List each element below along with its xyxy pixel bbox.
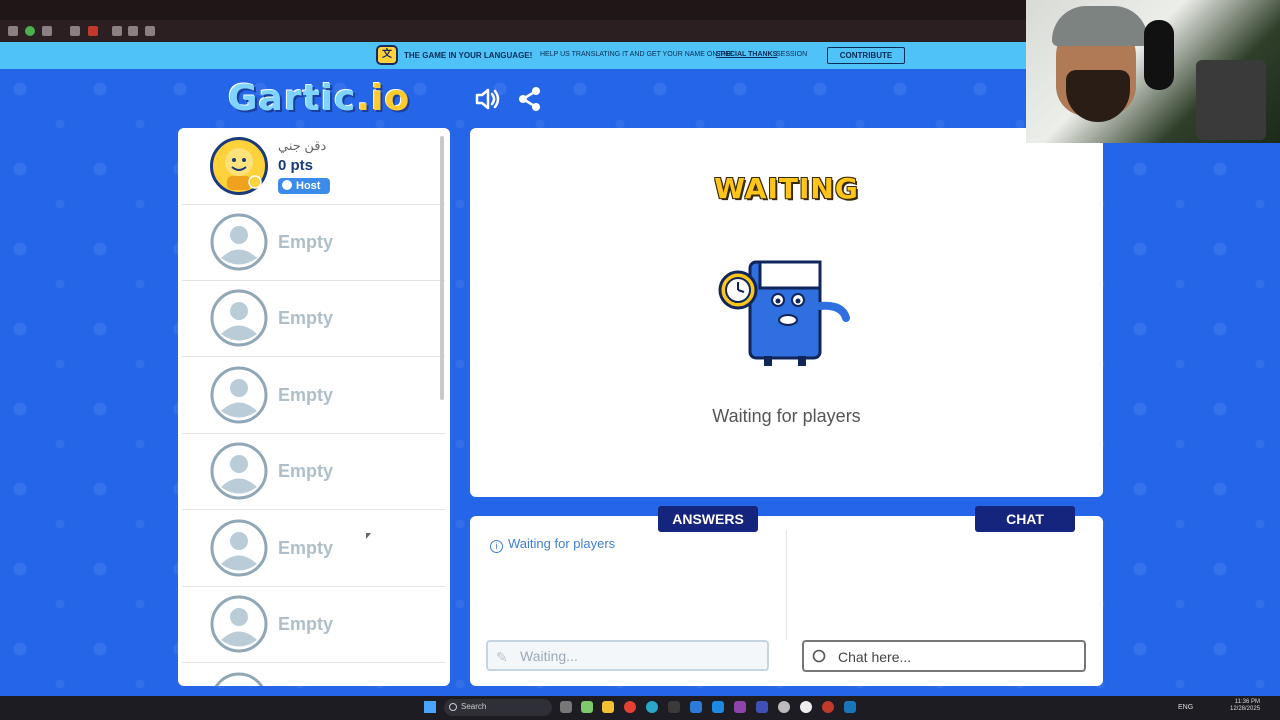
panel-divider [786,530,787,640]
empty-slot-label: Empty [278,461,334,481]
banner-highlight: THE GAME IN YOUR LANGUAGE! [404,51,533,60]
task-view-icon[interactable] [560,701,572,713]
app-icon[interactable] [734,701,746,713]
player-row-empty: Empty [182,280,445,357]
chat-input[interactable] [836,645,1080,669]
empty-avatar-icon [210,442,268,500]
tab-icon[interactable] [70,26,80,36]
player-points: 0 pts [278,157,314,174]
menu-icon[interactable] [8,26,18,36]
empty-avatar-icon [210,289,268,347]
banner-text: HELP US TRANSLATING IT AND GET YOUR NAME… [540,51,734,58]
players-scrollbar[interactable] [440,136,444,400]
player-row-empty: Empty [182,204,445,281]
app-icon[interactable] [690,701,702,713]
empty-slot-label: Empty [278,538,334,558]
answer-input[interactable] [518,644,762,668]
player-row-empty: Empty [182,433,445,510]
star-icon[interactable] [112,26,122,36]
extension-icon[interactable] [145,26,155,36]
chat-bubble-icon [812,649,826,663]
streamer-cap [1052,6,1148,46]
reload-icon[interactable] [128,26,138,36]
avatar [210,137,268,195]
language-indicator[interactable]: ENG [1178,704,1193,711]
chrome-icon[interactable] [624,701,636,713]
steam-icon[interactable] [844,701,856,713]
answers-chat-panel: ANSWERS CHAT i Waiting for players ✎ [470,506,1103,686]
player-row-empty [182,663,445,686]
player-row-empty: Empty [182,357,445,434]
empty-avatar-icon [210,213,268,271]
share-icon [519,87,540,111]
contribute-button[interactable]: CONTRIBUTE [827,47,905,64]
speaker-icon [475,88,500,110]
empty-avatar-icon [210,519,268,577]
empty-avatar-icon [210,595,268,653]
stage-title: WAITING [714,172,859,205]
app-icon[interactable] [778,701,790,713]
empty-avatar-icon [210,366,268,424]
empty-slot-label: Empty [278,232,334,252]
webcam-overlay [1026,0,1280,143]
player-row-host[interactable]: دقن جني 0 pts Host [182,128,445,205]
app-icon[interactable] [712,701,724,713]
windows-start-icon[interactable] [424,701,436,713]
extension-icon[interactable] [88,26,98,36]
extension-icon[interactable] [42,26,52,36]
chair [1196,60,1266,140]
taskbar: Search ENG 11:36 PM 12/28/2025 [0,696,1280,720]
tab-chat[interactable]: CHAT [975,506,1075,532]
answers-status-text: Waiting for players [508,536,616,551]
app-icon[interactable] [756,701,768,713]
file-explorer-icon[interactable] [602,701,614,713]
clock-date: 12/28/2025 [1230,706,1261,712]
mouse-cursor-icon [366,533,371,539]
player-row-empty: Empty [182,510,445,587]
taskbar-search[interactable]: Search [444,699,552,716]
banner-suffix: SESSION [776,51,808,58]
host-avatar-icon [225,148,262,190]
search-icon [449,703,457,711]
info-icon: i [490,540,503,553]
translate-icon: 文 [376,45,398,65]
logo-suffix: .io [356,78,411,119]
answers-status: i Waiting for players [490,536,615,553]
pencil-icon: ✎ [496,649,508,665]
host-icon [282,180,292,190]
empty-slot-label: Empty [278,614,334,634]
app-icon[interactable] [822,701,834,713]
waiting-mascot-icon [718,260,850,366]
gartic-logo[interactable]: Gartic.io [228,78,410,119]
special-thanks-link[interactable]: SPECIAL THANKS [716,51,777,58]
chat-input-wrapper [802,640,1086,672]
players-panel: دقن جني 0 pts Host Empty Empty Empty Emp… [178,128,450,686]
app-icon[interactable] [668,701,680,713]
empty-avatar-icon [210,672,268,686]
empty-slot-label: Empty [278,308,334,328]
host-badge-label: Host [296,180,321,192]
extension-icon[interactable] [25,26,35,36]
logo-main: Gartic [228,78,357,119]
player-row-empty: Empty [182,586,445,663]
empty-slot-label: Empty [278,385,334,405]
clock[interactable]: 11:36 PM 12/28/2025 [1230,699,1260,713]
game-stage: WAITING Waiting for players [470,128,1103,497]
tab-answers[interactable]: ANSWERS [658,506,758,532]
sound-button[interactable] [474,86,502,112]
stage-status: Waiting for players [712,406,861,426]
app-icon[interactable] [800,701,812,713]
headset [1144,20,1174,90]
share-button[interactable] [518,86,542,112]
answer-input-wrapper: ✎ [486,640,769,671]
player-name: دقن جني [278,138,327,153]
app-icon[interactable] [581,701,593,713]
taskbar-search-label: Search [461,702,487,711]
host-badge: Host [278,178,330,194]
clock-time: 11:36 PM [1234,699,1260,705]
edge-icon[interactable] [646,701,658,713]
